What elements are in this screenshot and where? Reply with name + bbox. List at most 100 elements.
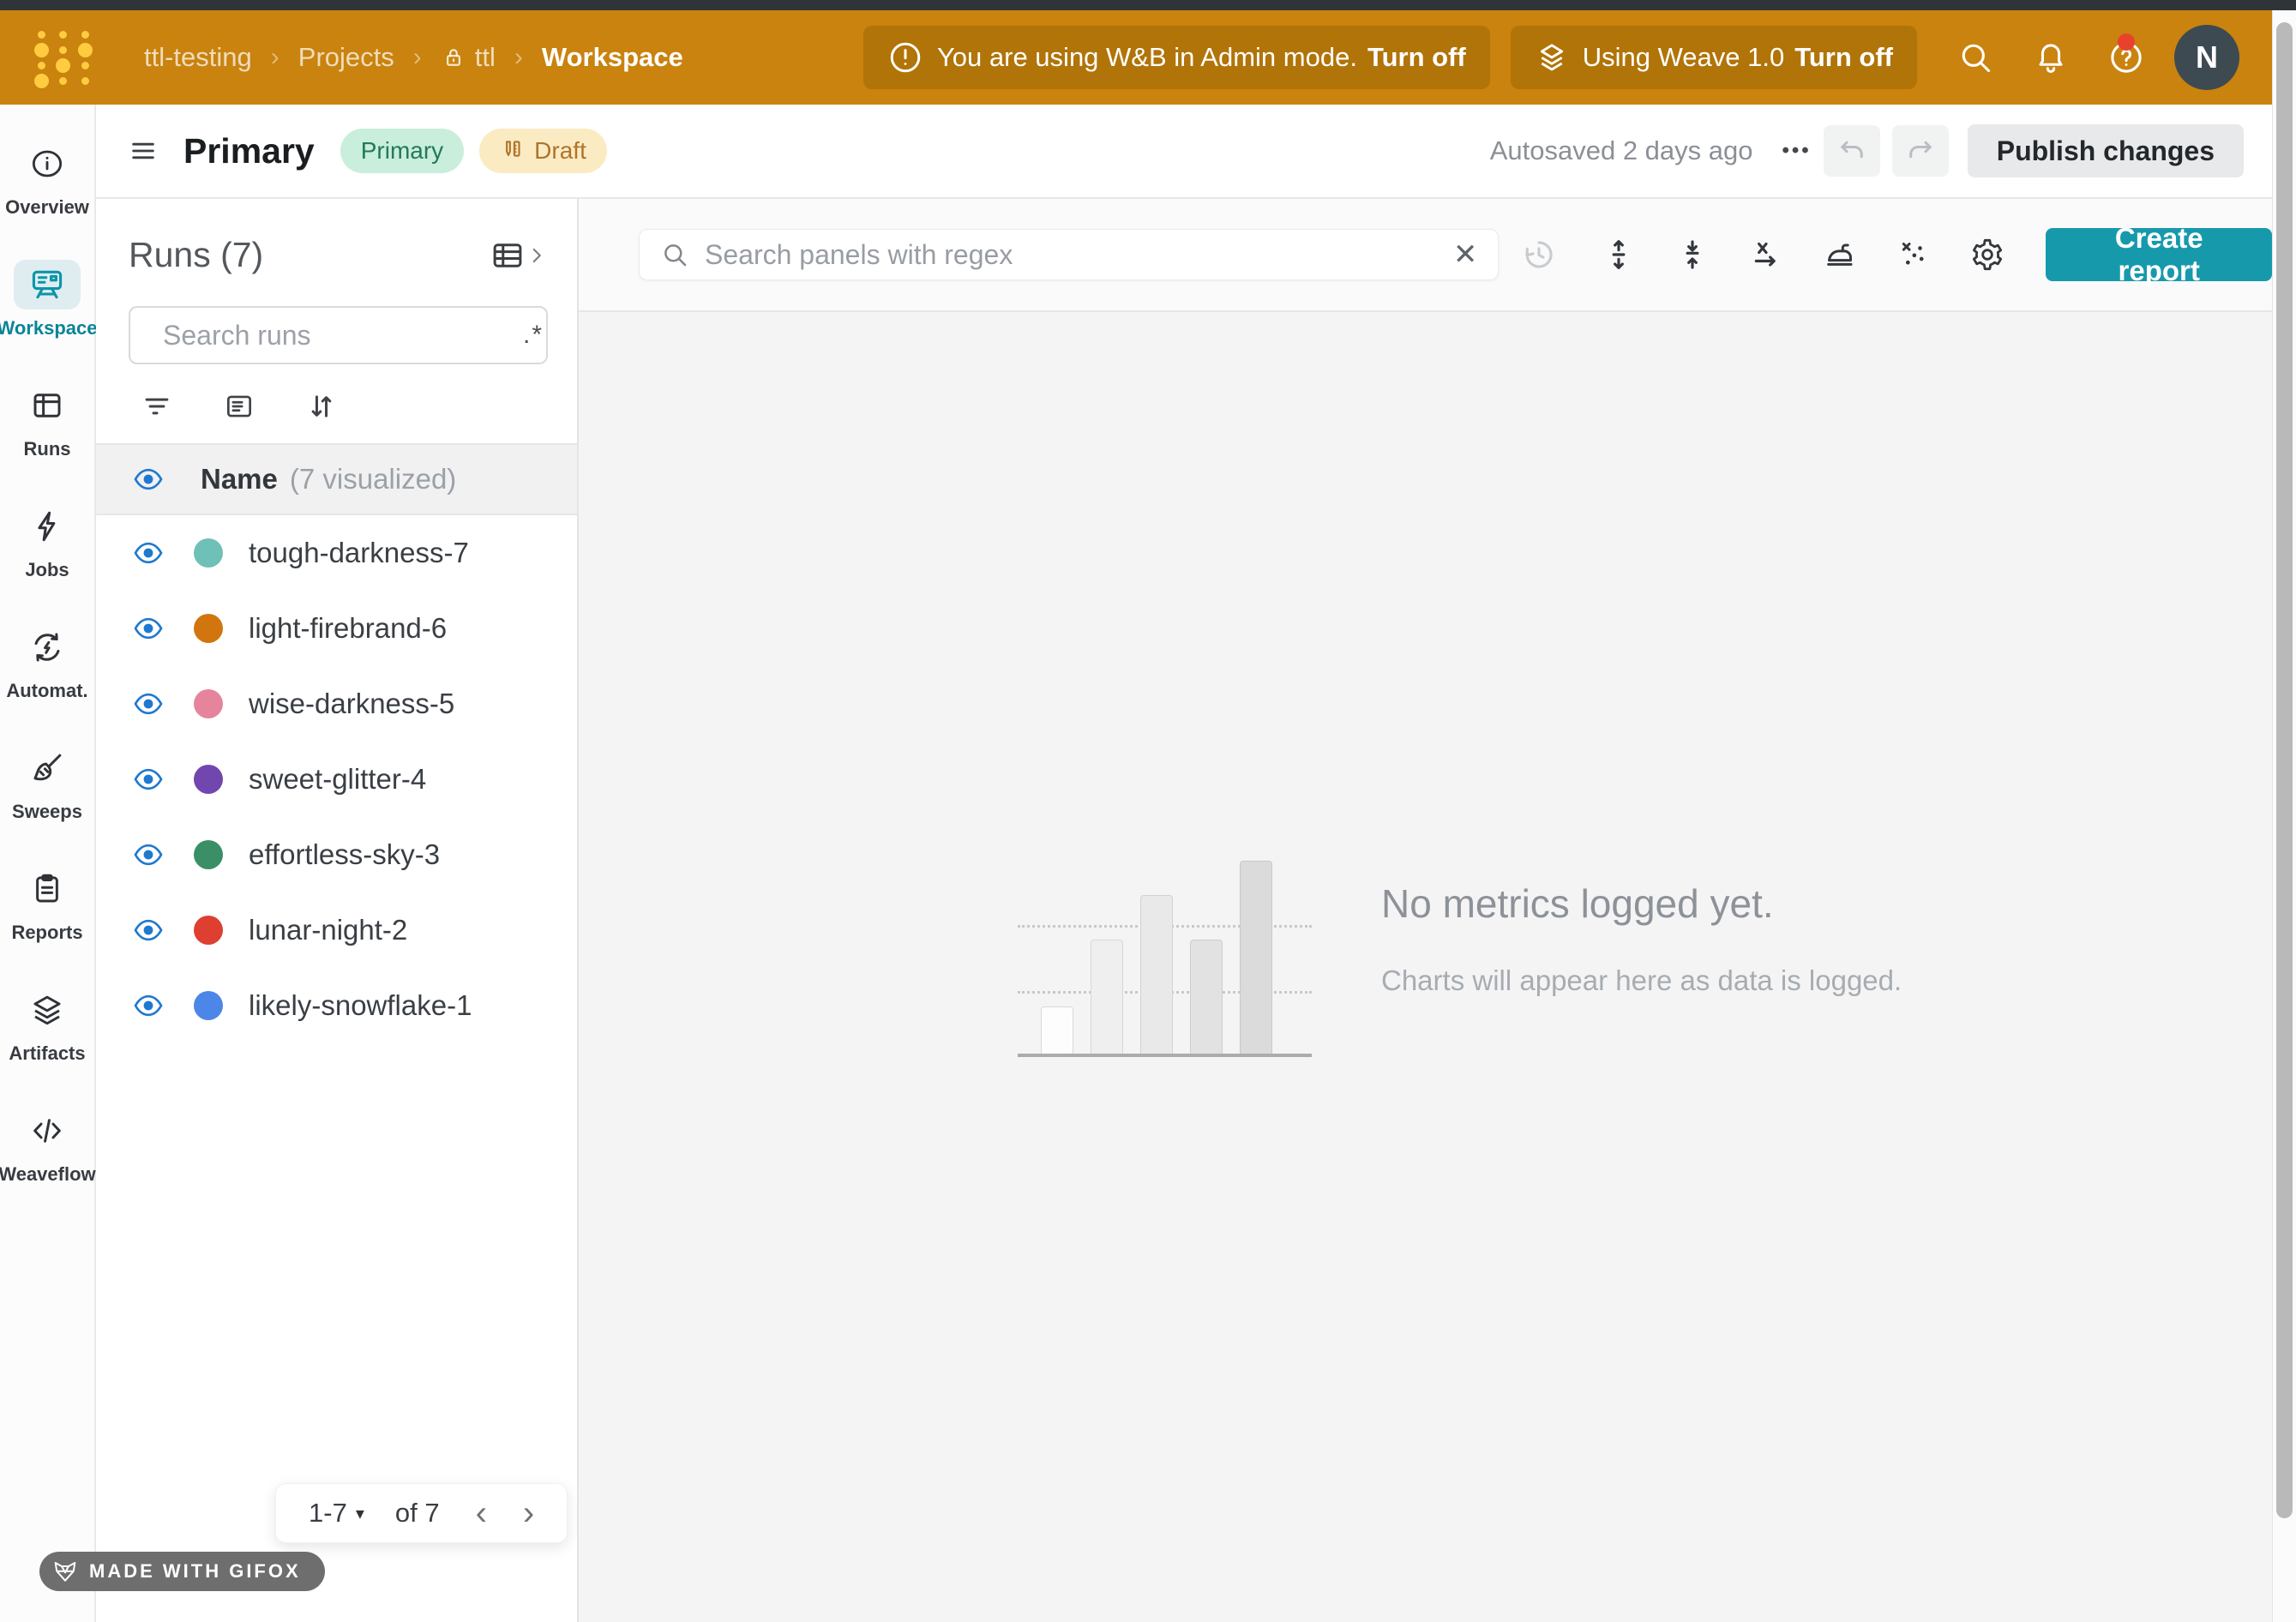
- undo-button[interactable]: [1824, 125, 1880, 177]
- run-name: likely-snowflake-1: [249, 989, 472, 1022]
- sidebar-item-runs[interactable]: Runs: [0, 381, 94, 460]
- eye-icon[interactable]: [132, 993, 165, 1018]
- create-report-button[interactable]: Create report: [2046, 228, 2272, 281]
- run-row[interactable]: light-firebrand-6: [96, 591, 577, 666]
- panels-workspace: ✕: [579, 199, 2272, 1622]
- sweeps-broom-icon: [28, 749, 66, 787]
- expand-panels-icon[interactable]: [1602, 237, 1636, 272]
- breadcrumb-separator: ›: [271, 43, 279, 72]
- run-name: light-firebrand-6: [249, 612, 447, 645]
- caret-down-icon: ▾: [356, 1503, 364, 1524]
- sidebar-item-jobs[interactable]: Jobs: [0, 502, 94, 581]
- prev-page-button[interactable]: ‹: [476, 1496, 487, 1530]
- sidebar-item-weaveflow[interactable]: Weaveflow: [0, 1106, 94, 1186]
- run-name: sweet-glitter-4: [249, 763, 426, 796]
- run-row[interactable]: effortless-sky-3: [96, 817, 577, 892]
- automations-icon: [28, 628, 66, 666]
- run-color-dot: [194, 689, 223, 718]
- search-panels-input[interactable]: [705, 239, 1453, 271]
- run-row[interactable]: wise-darkness-5: [96, 666, 577, 742]
- next-page-button[interactable]: ›: [523, 1496, 534, 1530]
- x-axis-icon[interactable]: [1749, 237, 1783, 272]
- jobs-bolt-icon: [28, 508, 66, 545]
- collapse-panels-icon[interactable]: [1675, 237, 1710, 272]
- pencil-ruler-icon: [500, 138, 526, 164]
- page-title: Primary: [183, 131, 315, 171]
- outliers-icon[interactable]: [1896, 237, 1931, 272]
- avatar[interactable]: N: [2174, 25, 2239, 90]
- run-list-header: Name (7 visualized): [96, 443, 577, 515]
- more-menu-icon[interactable]: •••: [1782, 139, 1812, 163]
- history-icon: [1521, 237, 1557, 273]
- breadcrumb-separator: ›: [413, 43, 422, 72]
- search-icon: [660, 240, 689, 269]
- search-icon[interactable]: [1956, 39, 1994, 76]
- workspace-header: Primary Primary Draft Autosaved 2 days a…: [96, 105, 2272, 199]
- help-icon[interactable]: [2107, 39, 2145, 76]
- run-row[interactable]: sweet-glitter-4: [96, 742, 577, 817]
- eye-icon[interactable]: [132, 616, 165, 641]
- page-total: of 7: [395, 1498, 440, 1529]
- sidebar-item-overview[interactable]: Overview: [0, 139, 94, 219]
- appbar-right: You are using W&B in Admin mode. Turn of…: [863, 25, 2274, 90]
- breadcrumb-project[interactable]: ttl: [441, 42, 496, 73]
- breadcrumb-projects[interactable]: Projects: [298, 42, 394, 73]
- run-row[interactable]: tough-darkness-7: [96, 515, 577, 591]
- run-color-dot: [194, 840, 223, 869]
- eye-icon[interactable]: [132, 466, 165, 492]
- clear-search-icon[interactable]: ✕: [1453, 240, 1478, 269]
- search-runs-input[interactable]: [163, 320, 523, 351]
- gifox-label: MADE WITH GIFOX: [89, 1560, 301, 1583]
- eye-icon[interactable]: [132, 766, 165, 792]
- breadcrumb-page[interactable]: Workspace: [542, 42, 683, 73]
- sidebar-item-artifacts[interactable]: Artifacts: [0, 985, 94, 1065]
- panel-search-box: ✕: [639, 229, 1499, 280]
- list-icon[interactable]: [223, 390, 255, 423]
- run-color-dot: [194, 916, 223, 945]
- weave-turn-off-button[interactable]: Turn off: [1794, 42, 1893, 73]
- gear-icon[interactable]: [1970, 237, 2004, 272]
- run-row[interactable]: likely-snowflake-1: [96, 968, 577, 1043]
- run-color-dot: [194, 538, 223, 568]
- visualized-count: (7 visualized): [290, 463, 456, 496]
- breadcrumb-team[interactable]: ttl-testing: [144, 42, 252, 73]
- page-scrollbar[interactable]: [2272, 10, 2296, 1622]
- weave-layers-icon: [1535, 40, 1569, 75]
- sidebar-item-reports[interactable]: Reports: [0, 864, 94, 944]
- column-header-name[interactable]: Name: [201, 463, 278, 496]
- bell-icon[interactable]: [2032, 39, 2070, 76]
- eye-icon[interactable]: [132, 842, 165, 868]
- wandb-logo[interactable]: [31, 27, 96, 88]
- left-nav-rail: Overview Workspace Runs Jobs: [0, 105, 96, 1622]
- eye-icon[interactable]: [132, 691, 165, 717]
- empty-chart-illustration: [1018, 861, 1312, 1057]
- weave-banner: Using Weave 1.0 Turn off: [1511, 26, 1917, 89]
- runs-pagination: 1-7 ▾ of 7 ‹ ›: [275, 1483, 568, 1543]
- eye-icon[interactable]: [132, 917, 165, 943]
- hamburger-icon[interactable]: [129, 136, 158, 165]
- panel-controls: [1602, 237, 2004, 272]
- expand-run-table-button[interactable]: [490, 237, 548, 273]
- regex-toggle[interactable]: .*: [523, 321, 544, 350]
- run-color-dot: [194, 614, 223, 643]
- redo-button[interactable]: [1892, 125, 1949, 177]
- alert-circle-icon: [887, 39, 923, 75]
- sidebar-item-sweeps[interactable]: Sweeps: [0, 743, 94, 823]
- page-range-dropdown[interactable]: 1-7 ▾: [309, 1498, 364, 1529]
- eye-icon[interactable]: [132, 540, 165, 566]
- filter-icon[interactable]: [141, 390, 173, 423]
- breadcrumb: ttl-testing › Projects › ttl › Workspace: [144, 42, 683, 73]
- gifox-badge: MADE WITH GIFOX: [39, 1552, 325, 1591]
- sidebar-item-automations[interactable]: Automat.: [0, 622, 94, 702]
- run-row[interactable]: lunar-night-2: [96, 892, 577, 968]
- scrollbar-thumb[interactable]: [2276, 22, 2293, 1518]
- runs-count-title: Runs (7): [129, 235, 263, 275]
- empty-state-title: No metrics logged yet.: [1381, 880, 1902, 927]
- publish-changes-button[interactable]: Publish changes: [1968, 124, 2244, 177]
- sidebar-item-workspace[interactable]: Workspace: [0, 260, 94, 339]
- breadcrumb-separator: ›: [514, 43, 523, 72]
- sort-icon[interactable]: [305, 390, 338, 423]
- smoothing-iron-icon[interactable]: [1823, 237, 1857, 272]
- admin-turn-off-button[interactable]: Turn off: [1367, 42, 1466, 73]
- empty-state-subtitle: Charts will appear here as data is logge…: [1381, 964, 1902, 997]
